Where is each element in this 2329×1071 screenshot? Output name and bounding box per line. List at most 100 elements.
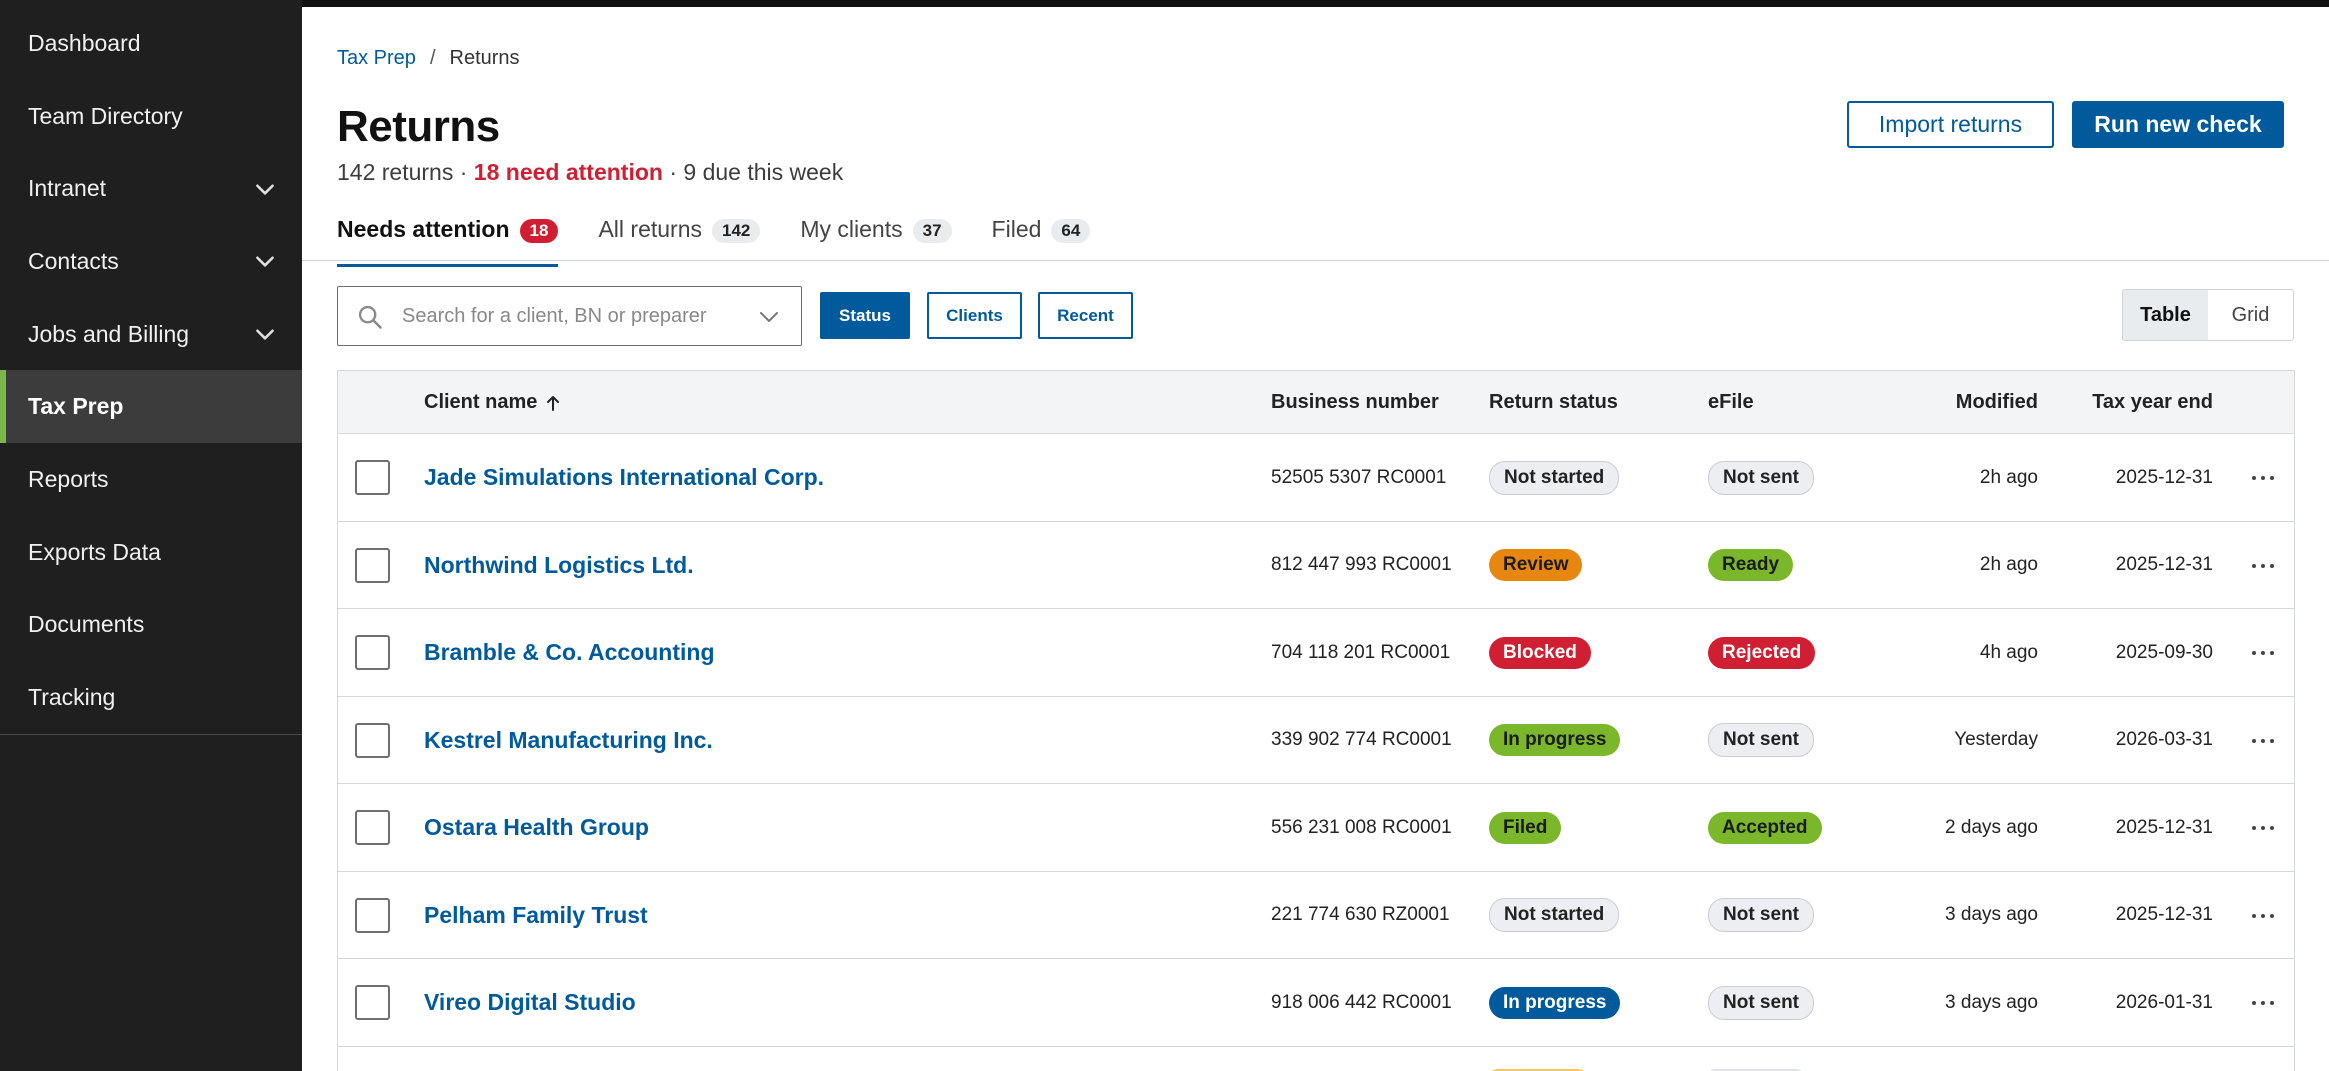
filter-status-button[interactable]: Status (820, 292, 910, 339)
table-row[interactable]: Bramble & Co. Accounting 704 118 201 RC0… (338, 609, 2294, 697)
tab-count-badge: 18 (519, 219, 559, 243)
row-checkbox[interactable] (355, 635, 390, 670)
tax-year-end: 2026-03-31 (2115, 729, 2213, 751)
more-options-icon[interactable] (2248, 639, 2278, 667)
sidebar-item-dashboard[interactable]: Dashboard (0, 7, 302, 80)
modified-time: Yesterday (1954, 729, 2038, 751)
row-checkbox[interactable] (355, 897, 390, 933)
business-number: 221 774 630 RZ0001 (1271, 904, 1450, 926)
sidebar-item-reports[interactable]: Reports (0, 443, 302, 516)
search-box (337, 286, 802, 346)
business-number: 556 231 008 RC0001 (1271, 816, 1452, 838)
sidebar-item-label: Tax Prep (28, 393, 124, 420)
client-name-link[interactable]: Vireo Digital Studio (424, 989, 636, 1016)
table-row[interactable]: Pelham Family Trust 221 774 630 RZ0001 N… (338, 871, 2294, 959)
tab-label: All returns (598, 216, 702, 242)
row-checkbox[interactable] (355, 722, 390, 758)
more-options-icon[interactable] (2248, 989, 2278, 1017)
row-checkbox[interactable] (355, 810, 390, 845)
column-header-client-name[interactable]: Client name (424, 371, 561, 434)
chevron-down-icon[interactable] (252, 176, 278, 202)
sidebar-item-label: Tracking (28, 684, 116, 711)
status-badge: Not started (1489, 460, 1620, 495)
filter-clients-button[interactable]: Clients (927, 292, 1022, 339)
sort-ascending-icon[interactable] (545, 394, 561, 412)
import-returns-button[interactable]: Import returns (1847, 101, 2054, 148)
tab-filed[interactable]: Filed 64 (992, 216, 1091, 266)
client-name-link[interactable]: Jade Simulations International Corp. (424, 464, 824, 491)
chevron-down-icon[interactable] (757, 305, 781, 329)
client-name-link[interactable]: Northwind Logistics Ltd. (424, 552, 694, 579)
more-options-icon[interactable] (2248, 552, 2278, 580)
sidebar-item-tax-prep[interactable]: Tax Prep (0, 370, 302, 444)
sidebar-item-contacts[interactable]: Contacts (0, 225, 302, 298)
business-number: 812 447 993 RC0001 (1271, 554, 1452, 576)
tab-label: Needs attention (337, 216, 510, 242)
tax-year-end: 2025-12-31 (2115, 554, 2213, 576)
modified-time: 2h ago (1979, 466, 2038, 488)
filter-recent-button[interactable]: Recent (1038, 292, 1133, 339)
row-checkbox[interactable] (355, 460, 390, 495)
efile-badge: Ready (1708, 549, 1794, 582)
sidebar-item-jobs-and-billing[interactable]: Jobs and Billing (0, 298, 302, 371)
returns-summary: 142 returns · 18 need attention · 9 due … (337, 159, 843, 186)
status-badge: Blocked (1489, 636, 1591, 669)
sidebar-item-intranet[interactable]: Intranet (0, 152, 302, 225)
tab-label: My clients (800, 216, 903, 242)
sidebar-item-exports-data[interactable]: Exports Data (0, 516, 302, 589)
breadcrumb-current: Returns (449, 47, 520, 69)
column-header-modified[interactable]: Modified (1928, 371, 2038, 434)
search-input[interactable] (402, 297, 742, 335)
breadcrumb: Tax Prep / Returns (337, 47, 520, 70)
sidebar-item-documents[interactable]: Documents (0, 589, 302, 662)
client-name-link[interactable]: Ostara Health Group (424, 814, 649, 841)
sidebar-item-tracking[interactable]: Tracking (0, 661, 302, 734)
sidebar-item-team-directory[interactable]: Team Directory (0, 80, 302, 153)
chevron-down-icon[interactable] (252, 248, 278, 274)
tab-needs-attention[interactable]: Needs attention 18 (337, 216, 559, 267)
more-options-icon[interactable] (2248, 902, 2278, 930)
tab-count-badge: 64 (1051, 219, 1091, 243)
status-badge: Filed (1489, 811, 1562, 844)
run-new-check-button[interactable]: Run new check (2072, 101, 2284, 148)
client-name-link[interactable]: Pelham Family Trust (424, 902, 648, 929)
sidebar: Dashboard Team Directory Intranet Contac… (0, 0, 302, 1071)
row-checkbox[interactable] (355, 547, 390, 583)
breadcrumb-separator: / (429, 47, 436, 69)
sidebar-item-label: Team Directory (28, 102, 183, 129)
sidebar-nav: Dashboard Team Directory Intranet Contac… (0, 0, 302, 735)
more-options-icon[interactable] (2248, 464, 2278, 492)
efile-badge: Accepted (1708, 811, 1822, 844)
page-title: Returns (337, 102, 500, 151)
client-name-link[interactable]: Kestrel Manufacturing Inc. (424, 727, 713, 754)
chevron-down-icon[interactable] (252, 321, 278, 347)
efile-badge: Not sent (1708, 985, 1814, 1020)
row-checkbox[interactable] (355, 985, 390, 1020)
tabs: Needs attention 18 All returns 142 My cl… (337, 216, 1091, 267)
sidebar-item-label: Exports Data (28, 538, 161, 565)
view-table-option[interactable]: Table (2123, 290, 2208, 340)
column-header-efile[interactable]: eFile (1708, 371, 1754, 434)
view-grid-option[interactable]: Grid (2208, 290, 2293, 340)
table-row[interactable]: Ostara Health Group 556 231 008 RC0001 F… (338, 784, 2294, 872)
more-options-icon[interactable] (2248, 814, 2278, 842)
summary-total: 142 returns · (337, 159, 468, 185)
sidebar-item-label: Reports (28, 465, 109, 492)
more-options-icon[interactable] (2248, 727, 2278, 755)
table-row[interactable]: Jade Simulations International Corp. 525… (338, 434, 2294, 522)
column-header-return-status[interactable]: Return status (1489, 371, 1618, 434)
tabs-divider (302, 260, 2329, 261)
client-name-link[interactable]: Bramble & Co. Accounting (424, 639, 715, 666)
column-header-tax-year-end[interactable]: Tax year end (2058, 371, 2213, 434)
table-row[interactable]: Kestrel Manufacturing Inc. 339 902 774 R… (338, 696, 2294, 784)
breadcrumb-link-tax-prep[interactable]: Tax Prep (337, 47, 416, 70)
efile-badge: Not sent (1708, 460, 1814, 495)
table-row[interactable]: Vireo Digital Studio 918 006 442 RC0001 … (338, 959, 2294, 1047)
column-header-business-number[interactable]: Business number (1271, 371, 1439, 434)
table-row[interactable]: Northwind Logistics Ltd. 812 447 993 RC0… (338, 521, 2294, 609)
status-badge: In progress (1489, 986, 1621, 1019)
tab-my-clients[interactable]: My clients 37 (800, 216, 952, 266)
tab-all-returns[interactable]: All returns 142 (598, 216, 761, 266)
table-header: Client name Business number Return statu… (338, 371, 2294, 434)
business-number: 704 118 201 RC0001 (1271, 641, 1451, 663)
